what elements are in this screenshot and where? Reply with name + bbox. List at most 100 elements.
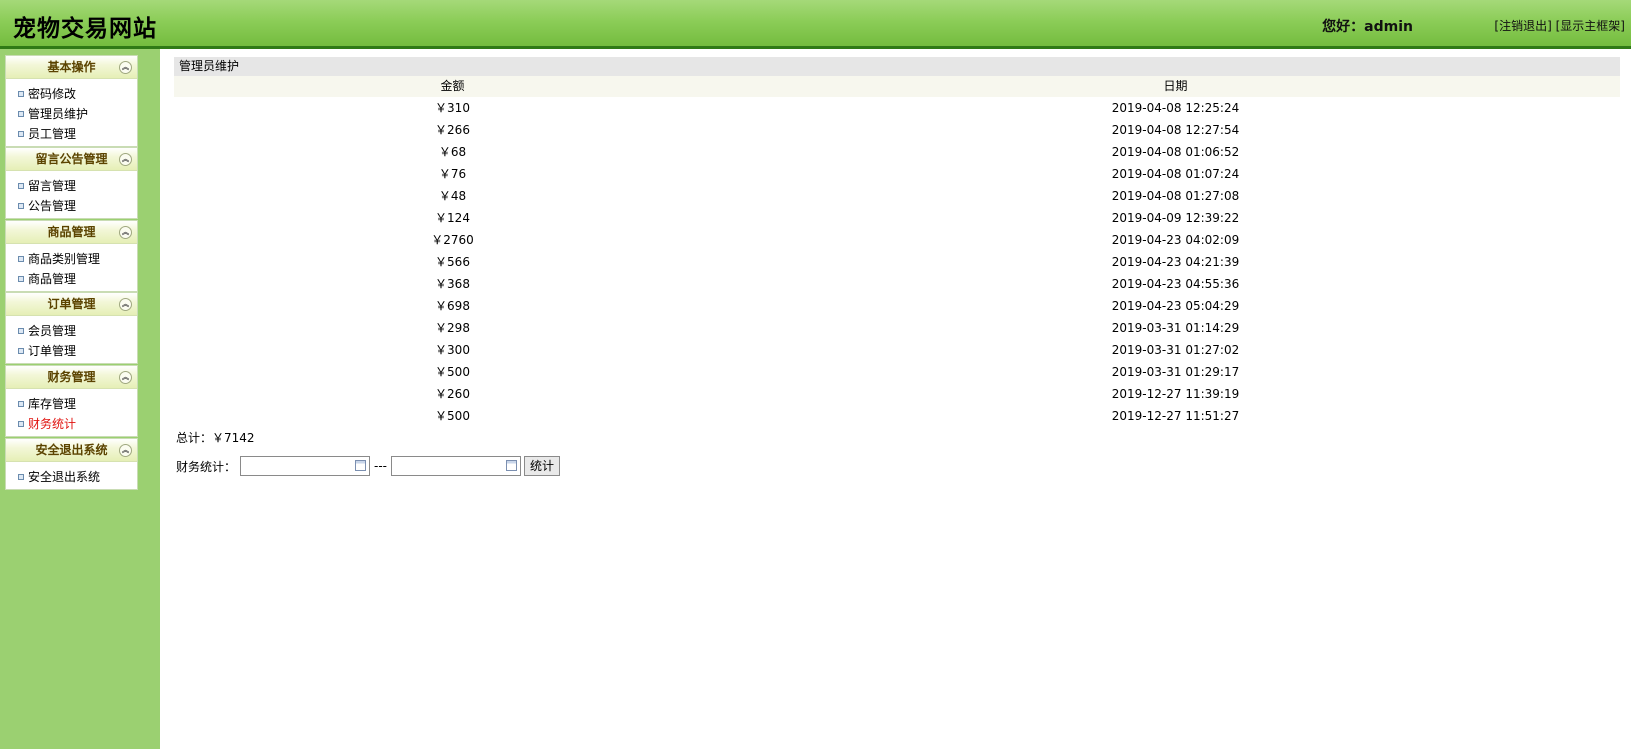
calendar-icon[interactable] bbox=[355, 460, 367, 471]
date-cell: 2019-04-09 12:39:22 bbox=[1111, 211, 1240, 225]
menu-group-header[interactable]: 安全退出系统 ︽ bbox=[6, 439, 137, 462]
date-cell: 2019-04-23 04:55:36 bbox=[1111, 277, 1240, 291]
date-cell: 2019-04-23 04:21:39 bbox=[1111, 255, 1240, 269]
table-row: ￥48 2019-04-08 01:27:08 bbox=[174, 185, 1620, 207]
sidebar-item-finance-stats[interactable]: 财务统计 bbox=[6, 414, 137, 434]
amount-cell: ￥310 bbox=[435, 101, 470, 115]
date-cell: 2019-03-31 01:27:02 bbox=[1111, 343, 1240, 357]
sidebar: 基本操作 ︽ 密码修改 管理员维护 员工管理 留言公告管理 ︽ 留言管理 公告管… bbox=[0, 49, 160, 749]
menu-group-title: 商品管理 bbox=[47, 225, 96, 239]
menu-group-header[interactable]: 订单管理 ︽ bbox=[6, 293, 137, 316]
table-header-row: 金额 日期 bbox=[174, 76, 1620, 97]
table-row: ￥124 2019-04-09 12:39:22 bbox=[174, 207, 1620, 229]
bullet-icon bbox=[18, 328, 24, 334]
amount-cell: ￥266 bbox=[435, 123, 470, 137]
menu-group-products: 商品管理 ︽ 商品类别管理 商品管理 bbox=[5, 220, 138, 292]
sidebar-item-staff-management[interactable]: 员工管理 bbox=[6, 124, 137, 144]
amount-cell: ￥2760 bbox=[431, 233, 474, 247]
menu-group-basic: 基本操作 ︽ 密码修改 管理员维护 员工管理 bbox=[5, 55, 138, 147]
sidebar-item-admin-maintenance[interactable]: 管理员维护 bbox=[6, 104, 137, 124]
menu-group-header[interactable]: 留言公告管理 ︽ bbox=[6, 148, 137, 171]
table-row: ￥310 2019-04-08 12:25:24 bbox=[174, 97, 1620, 119]
date-cell: 2019-12-27 11:51:27 bbox=[1111, 409, 1240, 423]
menu-group-title: 留言公告管理 bbox=[35, 152, 108, 166]
amount-cell: ￥48 bbox=[438, 189, 467, 203]
user-greeting: 您好：admin bbox=[1322, 19, 1413, 35]
header-bar: 宠物交易网站 您好：admin [注销退出] [显示主框架] bbox=[0, 0, 1631, 49]
menu-group-exit: 安全退出系统 ︽ 安全退出系统 bbox=[5, 438, 138, 490]
menu-group-header[interactable]: 商品管理 ︽ bbox=[6, 221, 137, 244]
table-row: ￥266 2019-04-08 12:27:54 bbox=[174, 119, 1620, 141]
menu-group-messages: 留言公告管理 ︽ 留言管理 公告管理 bbox=[5, 147, 138, 219]
bullet-icon bbox=[18, 474, 24, 480]
menu-group-title: 财务管理 bbox=[47, 370, 96, 384]
amount-cell: ￥298 bbox=[435, 321, 470, 335]
panel-title: 管理员维护 bbox=[174, 57, 1620, 76]
sidebar-item-product-management[interactable]: 商品管理 bbox=[6, 269, 137, 289]
bullet-icon bbox=[18, 401, 24, 407]
sidebar-item-inventory-management[interactable]: 库存管理 bbox=[6, 394, 137, 414]
sidebar-item-category-management[interactable]: 商品类别管理 bbox=[6, 249, 137, 269]
table-row: ￥368 2019-04-23 04:55:36 bbox=[174, 273, 1620, 295]
menu-group-header[interactable]: 财务管理 ︽ bbox=[6, 366, 137, 389]
date-cell: 2019-03-31 01:29:17 bbox=[1111, 365, 1240, 379]
collapse-icon[interactable]: ︽ bbox=[119, 444, 132, 457]
bullet-icon bbox=[18, 276, 24, 282]
date-cell: 2019-03-31 01:14:29 bbox=[1111, 321, 1240, 335]
date-range-separator: --- bbox=[374, 459, 388, 473]
show-frame-link[interactable]: [显示主框架] bbox=[1556, 19, 1625, 33]
sidebar-item-message-management[interactable]: 留言管理 bbox=[6, 176, 137, 196]
collapse-icon[interactable]: ︽ bbox=[119, 298, 132, 311]
date-cell: 2019-12-27 11:39:19 bbox=[1111, 387, 1240, 401]
column-header-amount: 金额 bbox=[174, 76, 731, 97]
table-row: ￥260 2019-12-27 11:39:19 bbox=[174, 383, 1620, 405]
amount-cell: ￥76 bbox=[438, 167, 467, 181]
start-date-input[interactable] bbox=[240, 456, 371, 476]
menu-group-header[interactable]: 基本操作 ︽ bbox=[6, 56, 137, 79]
collapse-icon[interactable]: ︽ bbox=[119, 61, 132, 74]
bullet-icon bbox=[18, 131, 24, 137]
collapse-icon[interactable]: ︽ bbox=[119, 226, 132, 239]
site-title: 宠物交易网站 bbox=[13, 16, 157, 42]
sidebar-item-change-password[interactable]: 密码修改 bbox=[6, 84, 137, 104]
menu-group-orders: 订单管理 ︽ 会员管理 订单管理 bbox=[5, 292, 138, 364]
logout-link[interactable]: [注销退出] bbox=[1494, 19, 1551, 33]
sidebar-item-order-management[interactable]: 订单管理 bbox=[6, 341, 137, 361]
bullet-icon bbox=[18, 111, 24, 117]
end-date-input[interactable] bbox=[391, 456, 522, 476]
calendar-icon[interactable] bbox=[506, 460, 518, 471]
sidebar-item-safe-exit[interactable]: 安全退出系统 bbox=[6, 467, 137, 487]
date-cell: 2019-04-23 05:04:29 bbox=[1111, 299, 1240, 313]
date-cell: 2019-04-08 01:07:24 bbox=[1111, 167, 1240, 181]
menu-group-title: 订单管理 bbox=[47, 297, 96, 311]
sidebar-item-member-management[interactable]: 会员管理 bbox=[6, 321, 137, 341]
finance-stats-form: 财务统计： --- 统计 bbox=[174, 455, 1620, 477]
collapse-icon[interactable]: ︽ bbox=[119, 371, 132, 384]
menu-group-title: 基本操作 bbox=[47, 60, 96, 74]
main-content: 管理员维护 金额 日期 ￥310 2019-04-08 12:25:24 ￥266… bbox=[174, 57, 1620, 477]
table-row: ￥300 2019-03-31 01:27:02 bbox=[174, 339, 1620, 361]
table-row: ￥76 2019-04-08 01:07:24 bbox=[174, 163, 1620, 185]
date-cell: 2019-04-08 01:06:52 bbox=[1111, 145, 1240, 159]
stats-label: 财务统计： bbox=[176, 459, 237, 474]
date-cell: 2019-04-08 01:27:08 bbox=[1111, 189, 1240, 203]
total-amount: 总计：￥7142 bbox=[176, 431, 255, 445]
date-cell: 2019-04-23 04:02:09 bbox=[1111, 233, 1240, 247]
menu-group-title: 安全退出系统 bbox=[35, 443, 108, 457]
table-row: ￥500 2019-12-27 11:51:27 bbox=[174, 405, 1620, 427]
table-row: ￥566 2019-04-23 04:21:39 bbox=[174, 251, 1620, 273]
amount-cell: ￥500 bbox=[435, 365, 470, 379]
amount-cell: ￥68 bbox=[438, 145, 467, 159]
collapse-icon[interactable]: ︽ bbox=[119, 153, 132, 166]
date-cell: 2019-04-08 12:27:54 bbox=[1111, 123, 1240, 137]
bullet-icon bbox=[18, 256, 24, 262]
amount-cell: ￥300 bbox=[435, 343, 470, 357]
finance-table: 金额 日期 ￥310 2019-04-08 12:25:24 ￥266 2019-0… bbox=[174, 76, 1620, 427]
stats-button[interactable]: 统计 bbox=[524, 456, 561, 476]
amount-cell: ￥124 bbox=[435, 211, 470, 225]
amount-cell: ￥368 bbox=[435, 277, 470, 291]
amount-cell: ￥566 bbox=[435, 255, 470, 269]
sidebar-item-notice-management[interactable]: 公告管理 bbox=[6, 196, 137, 216]
bullet-icon bbox=[18, 91, 24, 97]
bullet-icon bbox=[18, 183, 24, 189]
